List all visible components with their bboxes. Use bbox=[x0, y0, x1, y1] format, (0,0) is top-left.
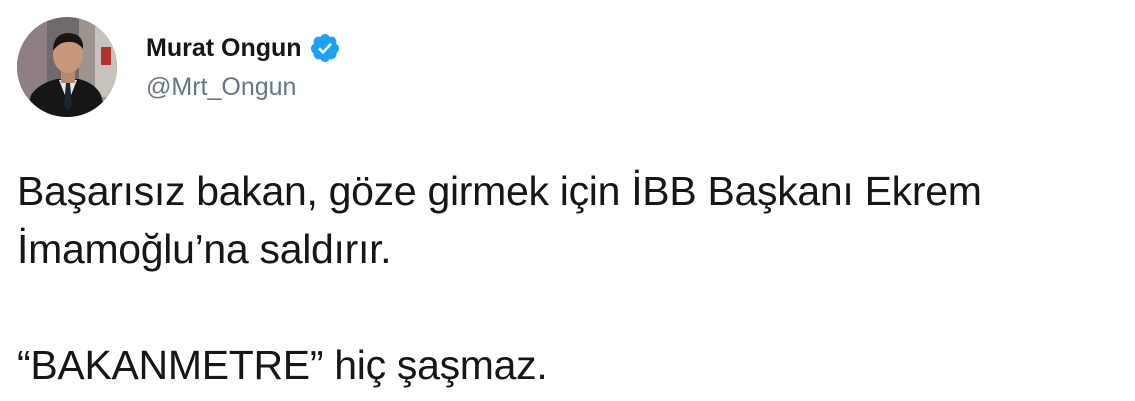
tweet-text-line: İmamoğlu’na saldırır. bbox=[17, 226, 392, 272]
author-display-name[interactable]: Murat Ongun bbox=[146, 35, 302, 61]
avatar-photo bbox=[17, 17, 117, 117]
author-name-row: Murat Ongun bbox=[146, 30, 341, 66]
tweet-text-line: “BAKANMETRE” hiç şaşmaz. bbox=[17, 342, 548, 388]
author-handle[interactable]: @Mrt_Ongun bbox=[146, 75, 296, 100]
verified-badge-icon bbox=[309, 32, 341, 64]
avatar[interactable] bbox=[17, 17, 117, 117]
tweet-text-line: Başarısız bakan, göze girmek için İBB Ba… bbox=[17, 168, 982, 214]
tweet-card: Murat Ongun @Mrt_Ongun Başarısız bakan, … bbox=[0, 0, 1135, 401]
tweet-text: Başarısız bakan, göze girmek için İBB Ba… bbox=[17, 162, 1122, 394]
